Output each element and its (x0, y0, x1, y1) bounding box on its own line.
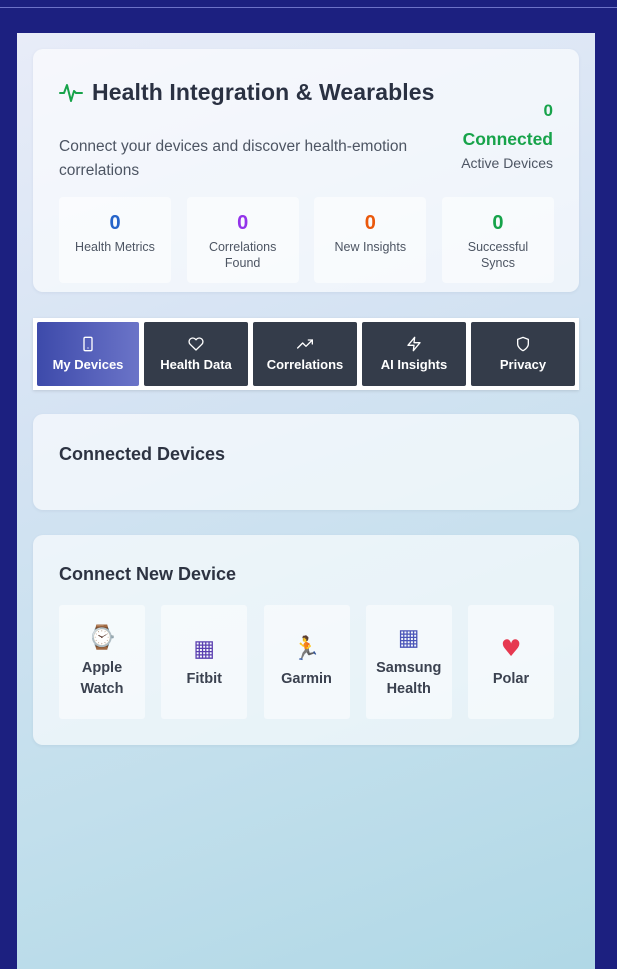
tab-ai-insights[interactable]: AI Insights (362, 322, 466, 386)
stat-value: 0 (364, 212, 376, 234)
stat-value: 0 (492, 212, 504, 234)
stat-value: 0 (109, 212, 121, 234)
tab-privacy[interactable]: Privacy (471, 322, 575, 386)
watch-icon: ⌚ (87, 625, 117, 651)
stat-successful-syncs: 0 Successful Syncs (441, 197, 554, 283)
tab-label: My Devices (52, 357, 124, 372)
runner-icon: 🏃 (292, 635, 321, 662)
tab-correlations[interactable]: Correlations (253, 322, 357, 386)
stat-new-insights: 0 New Insights (314, 197, 427, 283)
fitbit-icon: ▦ (193, 635, 216, 662)
tab-bar: My Devices Health Data Correlations AI I… (33, 318, 579, 390)
device-name: Fitbit (186, 670, 222, 687)
stat-label: New Insights (334, 240, 407, 254)
tab-my-devices[interactable]: My Devices (37, 322, 139, 386)
page-title-text: Health Integration & Wearables (92, 79, 435, 105)
connect-new-device-card: Connect New Device ⌚ Apple Watch ▦ Fitbi… (33, 535, 579, 745)
device-name: Garmin (281, 670, 332, 687)
page-subtitle: Connect your devices and discover health… (59, 138, 408, 179)
connected-devices-title: Connected Devices (59, 444, 226, 464)
stat-value: 0 (237, 212, 249, 234)
main-panel: Health Integration & Wearables Connect y… (17, 33, 595, 969)
stats-row: 0 Health Metrics 0 Correlations Found 0 … (59, 197, 554, 283)
device-option-garmin[interactable]: 🏃 Garmin (263, 605, 350, 719)
trending-up-icon (297, 339, 313, 349)
connected-count: 0 (543, 101, 553, 120)
heart-icon (188, 337, 204, 351)
active-devices-label: Active Devices (461, 155, 553, 171)
header-card: Health Integration & Wearables Connect y… (33, 49, 579, 292)
stat-label: Successful Syncs (467, 240, 529, 270)
top-divider (0, 7, 617, 8)
stat-health-metrics: 0 Health Metrics (59, 197, 171, 283)
device-option-polar[interactable]: ♥ Polar (468, 605, 554, 719)
tab-label: Health Data (160, 357, 232, 372)
activity-pulse-icon (59, 83, 83, 102)
stat-correlations-found: 0 Correlations Found (186, 197, 299, 283)
lightning-icon (407, 336, 421, 352)
connected-devices-card: Connected Devices (33, 414, 579, 510)
page-title: Health Integration & Wearables (59, 79, 435, 106)
tab-health-data[interactable]: Health Data (144, 322, 248, 386)
device-name: Polar (492, 670, 530, 687)
samsung-health-icon: ▦ (397, 625, 420, 651)
heart-icon: ♥ (500, 635, 522, 662)
device-name: Apple Watch (80, 660, 124, 697)
tab-label: Correlations (266, 357, 344, 372)
device-name: Samsung Health (376, 660, 442, 697)
shield-icon (517, 336, 529, 352)
phone-icon (83, 336, 93, 352)
device-option-apple-watch[interactable]: ⌚ Apple Watch (59, 605, 145, 719)
stat-label: Health Metrics (75, 240, 155, 254)
device-option-fitbit[interactable]: ▦ Fitbit (161, 605, 248, 719)
device-option-samsung-health[interactable]: ▦ Samsung Health (365, 605, 452, 719)
connected-status: Connected (462, 129, 553, 149)
connect-new-device-title: Connect New Device (59, 564, 237, 584)
device-options: ⌚ Apple Watch ▦ Fitbit 🏃 Garmin ▦ Samsun… (59, 605, 554, 719)
tab-label: AI Insights (380, 357, 448, 372)
stat-label: Correlations Found (208, 240, 277, 270)
tab-label: Privacy (499, 357, 547, 372)
